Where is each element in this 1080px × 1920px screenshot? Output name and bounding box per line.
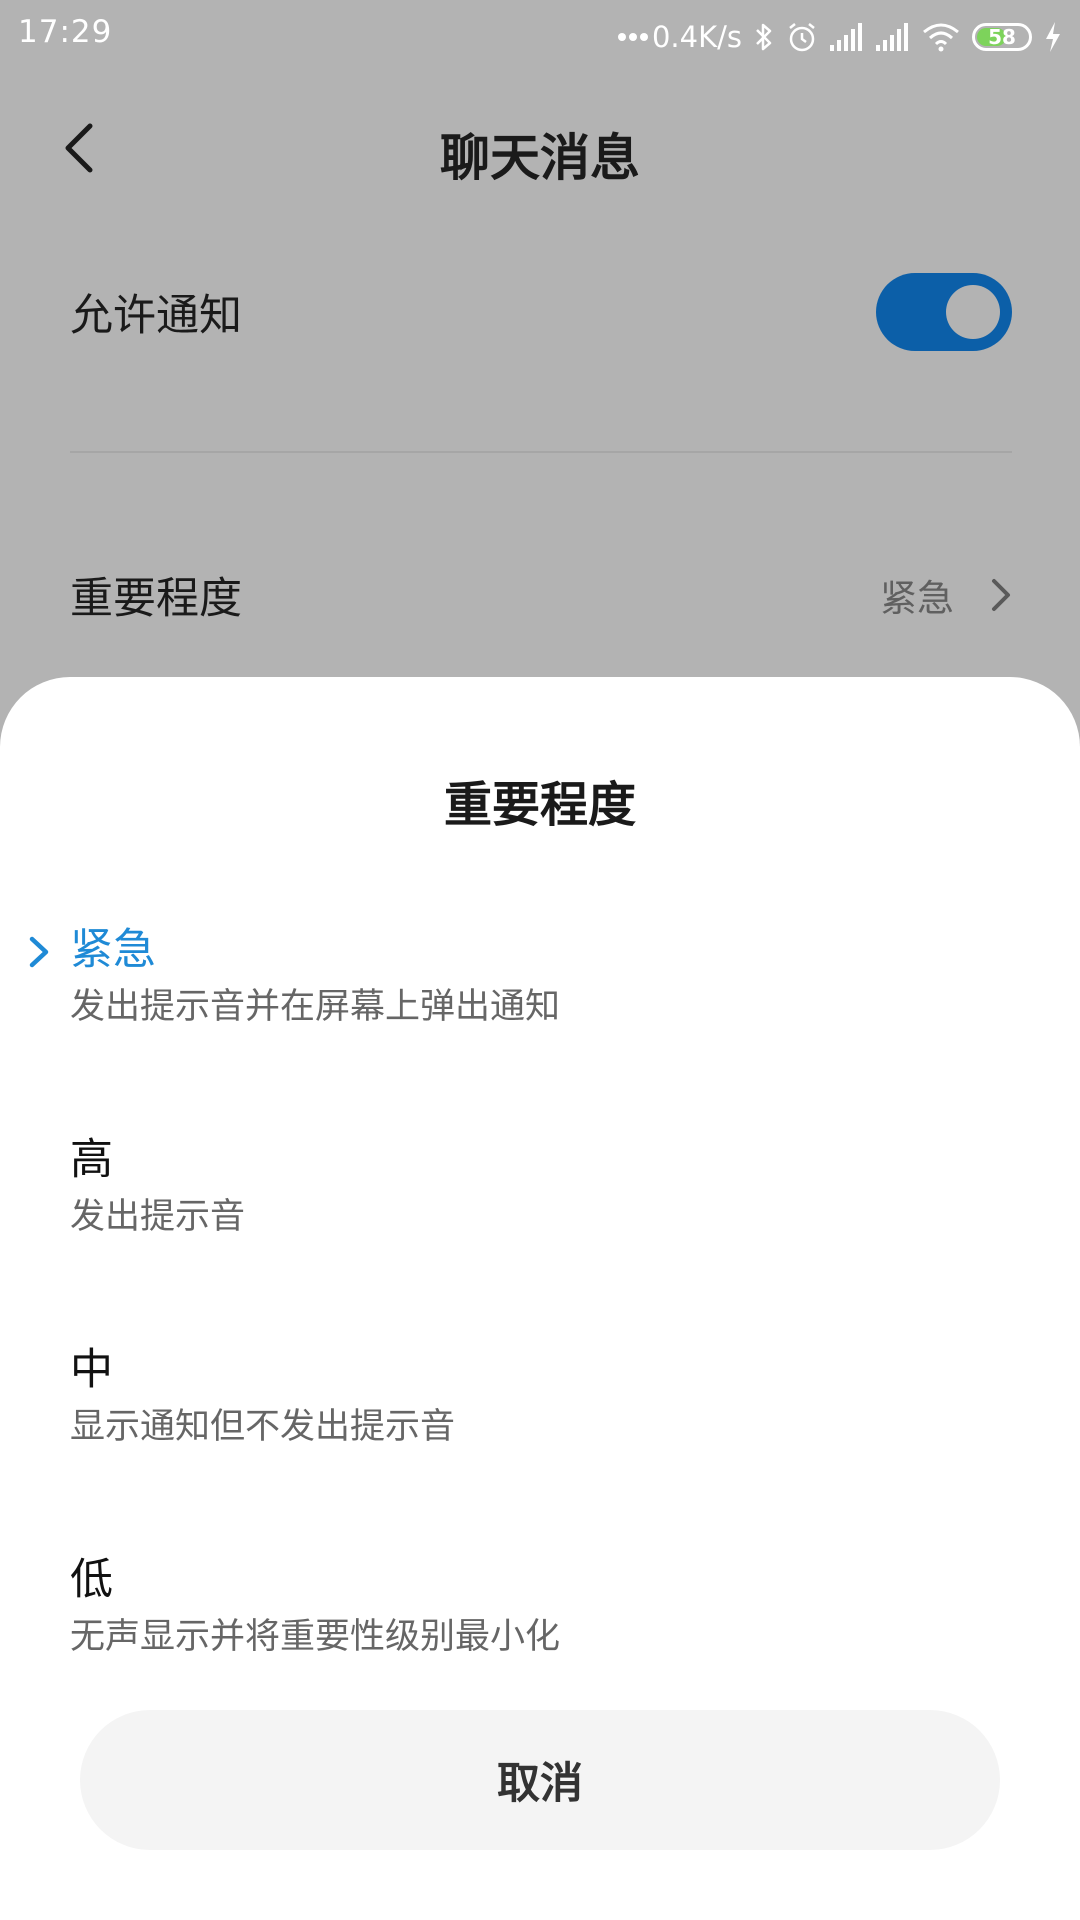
battery-level: 58 [988,25,1016,49]
option-description: 显示通知但不发出提示音 [70,1407,456,1447]
option-label: 紧急 [70,925,156,975]
option-label: 低 [70,1555,113,1605]
alarm-icon [789,23,815,52]
toggle-knob [946,285,1000,339]
chevron-left-icon [65,123,93,173]
option-label: 中 [70,1345,113,1395]
status-time: 17:29 [18,14,113,50]
chevron-right-icon [992,579,1010,611]
option-medium[interactable]: 中 显示通知但不发出提示音 [70,1342,1020,1492]
charging-icon [1046,22,1060,52]
option-label: 高 [70,1135,113,1185]
importance-sheet: 重要程度 紧急 发出提示音并在屏幕上弹出通知 高 发出提示音 中 显示通知但不发… [0,677,1080,1920]
option-urgent[interactable]: 紧急 发出提示音并在屏幕上弹出通知 [29,922,1020,1072]
network-speed: 0.4K/s [651,20,742,54]
option-description: 发出提示音 [70,1197,246,1237]
signal-icon [830,23,862,51]
divider [70,451,1012,453]
screen: 17:29 0.4K/s 58 聊天消息 允许通知 重要程度 紧急 重要程度 紧… [0,0,1080,1920]
page-title: 聊天消息 [440,129,640,187]
battery-icon: 58 [972,23,1032,51]
option-description: 无声显示并将重要性级别最小化 [70,1617,561,1657]
cancel-button[interactable]: 取消 [80,1710,1000,1850]
allow-notifications-toggle[interactable] [876,273,1012,351]
importance-label: 重要程度 [70,574,242,624]
sheet-title: 重要程度 [443,777,636,833]
allow-notifications-label: 允许通知 [70,291,242,341]
status-bar: 17:29 0.4K/s 58 [0,0,1080,74]
wifi-icon [923,23,959,52]
signal-icon [876,23,908,51]
option-high[interactable]: 高 发出提示音 [70,1132,1020,1282]
dots-icon [617,33,648,41]
importance-value-wrap: 紧急 [880,568,1012,622]
selected-chevron-icon [29,936,49,968]
importance-value: 紧急 [880,577,954,620]
importance-row[interactable]: 重要程度 紧急 [70,545,1012,645]
bluetooth-icon [756,23,772,51]
allow-notifications-row[interactable]: 允许通知 [70,262,1012,362]
option-description: 发出提示音并在屏幕上弹出通知 [70,987,561,1027]
back-button[interactable] [60,118,120,188]
option-low[interactable]: 低 无声显示并将重要性级别最小化 [70,1552,1020,1702]
status-icons: 0.4K/s 58 [617,14,1062,60]
